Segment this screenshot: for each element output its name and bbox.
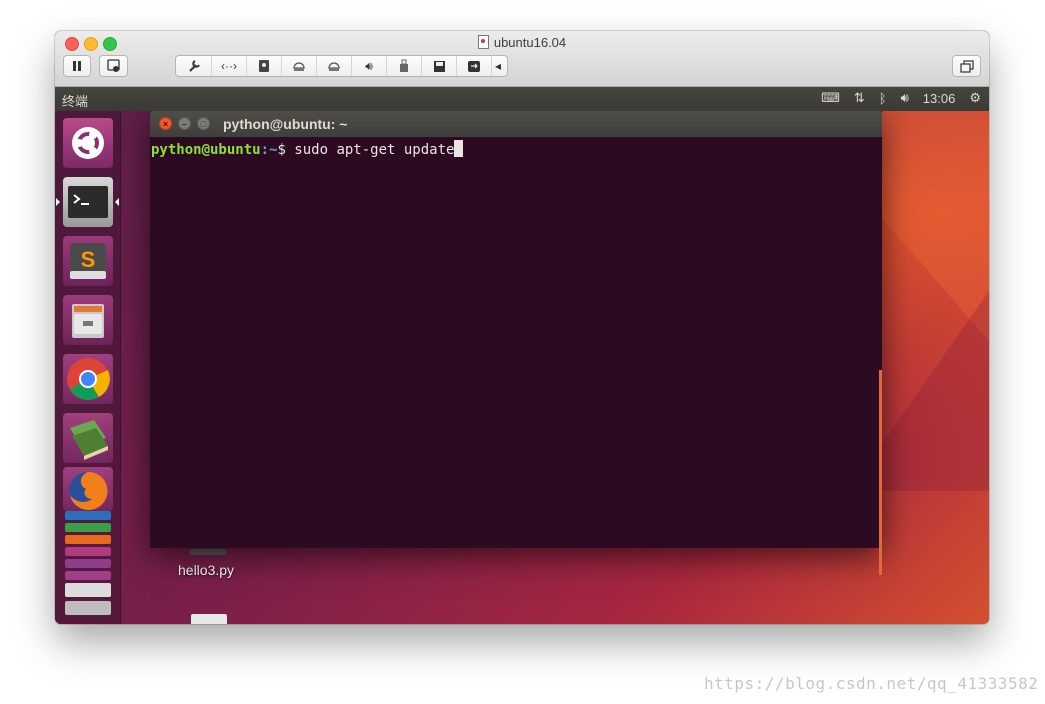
network-arrows-icon[interactable]: ⇅ bbox=[854, 90, 865, 106]
ubuntu-top-panel: 终端 ⌨ ⇅ ᛒ 🔊︎ 13:06 ⚙ bbox=[55, 87, 989, 111]
snapshot-button[interactable] bbox=[99, 55, 128, 77]
settings-button[interactable] bbox=[176, 56, 212, 76]
launcher-firefox[interactable] bbox=[62, 467, 113, 511]
volume-icon[interactable]: 🔊︎ bbox=[901, 90, 909, 106]
svg-text:S: S bbox=[80, 247, 95, 272]
sharing-button[interactable] bbox=[457, 56, 492, 76]
firefox-icon bbox=[62, 467, 113, 511]
vm-document-icon bbox=[477, 35, 489, 49]
terminal-maximize-button[interactable]: □ bbox=[197, 117, 210, 130]
cd-icon bbox=[328, 62, 340, 71]
desktop-file-label: hello3.py bbox=[178, 562, 235, 578]
keyboard-icon[interactable]: ⌨ bbox=[821, 90, 840, 106]
desktop: hello3.py S × – □ python@ubuntu: ~ pytho… bbox=[55, 111, 989, 624]
network-button[interactable]: ‹··› bbox=[212, 56, 247, 76]
ubuntu-logo-icon bbox=[62, 117, 113, 168]
terminal-minimize-button[interactable]: – bbox=[178, 117, 191, 130]
terminal-body[interactable]: python@ubuntu:~$ sudo apt-get update bbox=[150, 137, 882, 575]
file-icon bbox=[191, 614, 227, 624]
close-icon: × bbox=[162, 119, 169, 129]
launcher-files[interactable] bbox=[62, 294, 113, 345]
terminal-icon bbox=[62, 176, 113, 227]
stacked-launcher-item[interactable] bbox=[65, 523, 111, 532]
stacked-launcher-item[interactable] bbox=[65, 583, 111, 597]
file-cabinet-icon bbox=[62, 294, 113, 345]
restore-button[interactable] bbox=[952, 55, 981, 77]
snapshot-icon bbox=[106, 59, 120, 72]
watermark: https://blog.csdn.net/qq_41333582 bbox=[704, 674, 1039, 693]
restore-icon bbox=[959, 59, 974, 73]
code-icon: ‹··› bbox=[221, 59, 237, 73]
stacked-launcher-item[interactable] bbox=[65, 535, 111, 544]
chevron-left-icon: ◂ bbox=[494, 59, 502, 73]
indicator-area: ⌨ ⇅ ᛒ 🔊︎ 13:06 ⚙ bbox=[821, 90, 981, 106]
vm-title: ubuntu16.04 bbox=[55, 35, 989, 50]
terminal-window[interactable]: × – □ python@ubuntu: ~ python@ubuntu:~$ … bbox=[150, 111, 882, 575]
terminal-title: python@ubuntu: ~ bbox=[223, 116, 348, 132]
launcher-terminal[interactable] bbox=[62, 176, 113, 227]
books-icon bbox=[62, 412, 113, 463]
launcher-sublime-text[interactable]: S bbox=[62, 235, 113, 286]
file-icon bbox=[190, 549, 226, 555]
sound-button[interactable]: 🔊︎ bbox=[352, 56, 387, 76]
stacked-launcher-item[interactable] bbox=[65, 547, 111, 556]
launcher: S bbox=[55, 111, 121, 624]
stacked-launcher-item[interactable] bbox=[65, 511, 111, 520]
cd-drive-button[interactable] bbox=[282, 56, 317, 76]
hard-disk-button[interactable] bbox=[247, 56, 282, 76]
scrollbar[interactable] bbox=[879, 370, 882, 575]
active-app-title: 终端 bbox=[62, 95, 89, 110]
launcher-dash[interactable] bbox=[62, 117, 113, 168]
prompt-symbol: $ bbox=[277, 142, 295, 158]
wrench-icon bbox=[188, 60, 200, 72]
collapse-toolbar-button[interactable]: ◂ bbox=[492, 56, 504, 76]
terminal-titlebar[interactable]: × – □ python@ubuntu: ~ bbox=[150, 111, 882, 137]
chrome-icon bbox=[62, 353, 113, 404]
command-text: sudo apt-get update bbox=[294, 142, 455, 158]
prompt-user: python@ubuntu bbox=[151, 142, 261, 158]
pause-icon bbox=[73, 61, 81, 71]
vm-window: ubuntu16.04 ‹··› 🔊︎ ◂ 终端 ⌨ ⇅ ᛒ 🔊︎ 13:06 … bbox=[55, 31, 989, 624]
cd-drive-2-button[interactable] bbox=[317, 56, 352, 76]
vm-toolbar: ubuntu16.04 ‹··› 🔊︎ ◂ bbox=[55, 31, 989, 87]
text-cursor bbox=[454, 140, 464, 157]
share-icon bbox=[468, 60, 480, 72]
prompt-path: :~ bbox=[260, 142, 278, 158]
focus-indicator bbox=[115, 198, 119, 206]
terminal-close-button[interactable]: × bbox=[159, 117, 172, 130]
usb-button[interactable] bbox=[387, 56, 422, 76]
stacked-launcher-item[interactable] bbox=[65, 601, 111, 615]
usb-icon bbox=[400, 59, 408, 72]
bluetooth-icon[interactable]: ᛒ bbox=[879, 91, 887, 106]
stacked-launcher-item[interactable] bbox=[65, 571, 111, 580]
launcher-chrome[interactable] bbox=[62, 353, 113, 404]
vm-title-text: ubuntu16.04 bbox=[493, 35, 567, 50]
disk-icon bbox=[259, 60, 269, 72]
sublime-text-icon: S bbox=[62, 235, 113, 286]
terminal-command-line: python@ubuntu:~$ sudo apt-get update bbox=[151, 140, 464, 158]
maximize-icon: □ bbox=[200, 119, 207, 129]
desktop-file-hello3[interactable]: hello3.py bbox=[178, 562, 234, 578]
gear-icon[interactable]: ⚙ bbox=[969, 90, 981, 106]
save-icon bbox=[433, 60, 445, 72]
clock[interactable]: 13:06 bbox=[923, 91, 956, 106]
stacked-launcher-item[interactable] bbox=[65, 559, 111, 568]
minimize-icon: – bbox=[181, 119, 187, 129]
launcher-book-reader[interactable] bbox=[62, 412, 113, 463]
cd-icon bbox=[293, 62, 305, 71]
pause-button[interactable] bbox=[63, 55, 91, 77]
save-button[interactable] bbox=[422, 56, 457, 76]
speaker-icon: 🔊︎ bbox=[365, 58, 373, 73]
device-toolbar: ‹··› 🔊︎ ◂ bbox=[175, 55, 508, 77]
running-indicator bbox=[56, 198, 60, 206]
